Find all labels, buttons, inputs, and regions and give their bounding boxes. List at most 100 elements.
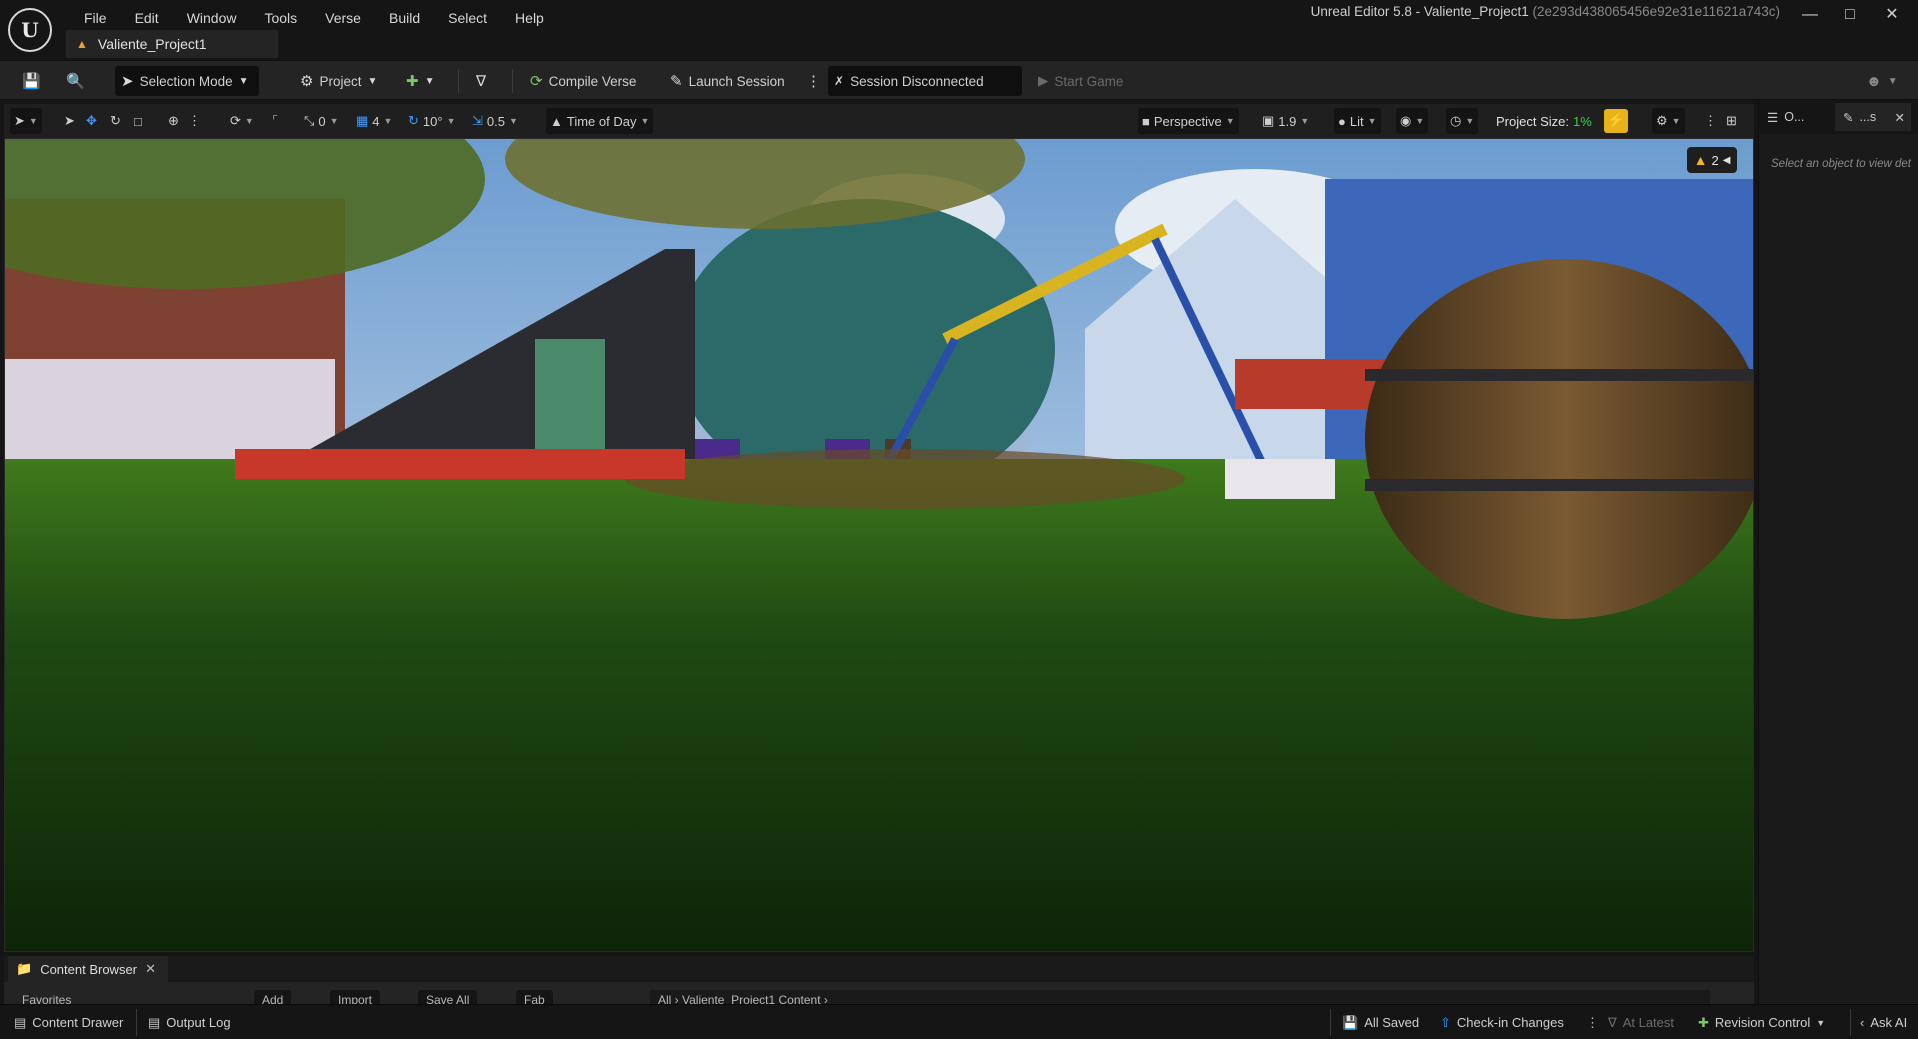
menu-tools[interactable]: Tools <box>250 6 311 30</box>
menu-select[interactable]: Select <box>434 6 501 30</box>
status-bar: ▤ Content Drawer ▤ Output Log 💾 All Save… <box>0 1004 1918 1039</box>
session-status[interactable]: ✗ Session Disconnected <box>828 66 1022 96</box>
surface-snap-dropdown[interactable]: ⟳ ▼ <box>226 108 258 134</box>
menu-verse[interactable]: Verse <box>311 6 375 30</box>
more-options-button[interactable]: ⋮ <box>800 66 827 96</box>
unreal-logo[interactable]: U <box>8 8 52 52</box>
layout-button[interactable]: ⊞ <box>1722 108 1741 134</box>
title-bar: U File Edit Window Tools Verse Build Sel… <box>0 0 1918 60</box>
menu-window[interactable]: Window <box>173 6 251 30</box>
menu-build[interactable]: Build <box>375 6 434 30</box>
start-game-button[interactable]: ▶ Start Game <box>1032 66 1129 96</box>
select-mode-button[interactable]: ➤ <box>60 108 79 134</box>
grid-snap-dropdown[interactable]: ▦ 4 ▼ <box>352 108 396 134</box>
ask-ai-button[interactable]: ‹ Ask AI <box>1854 1010 1913 1035</box>
save-button[interactable]: 💾 <box>16 66 47 96</box>
tab-outliner-label: O... <box>1784 110 1805 124</box>
lit-sphere-icon: ● <box>1338 113 1346 129</box>
viewport-settings-dropdown[interactable]: ⚙ ▼ <box>1652 108 1685 134</box>
perspective-dropdown[interactable]: ■ Perspective ▼ <box>1138 108 1239 134</box>
launch-session-button[interactable]: ✎ Launch Session <box>664 66 791 96</box>
path-breadcrumb[interactable]: All › Valiente_Project1 Content › <box>650 990 1710 1004</box>
gauge-icon: ◷ <box>1450 113 1462 128</box>
viewport-options-menu[interactable]: ➤ ▼ <box>10 108 42 134</box>
camera-speed-value: 1.9 <box>1278 113 1297 129</box>
list-icon: ☰ <box>1767 110 1779 125</box>
tab-outliner[interactable]: ☰ O... <box>1759 103 1835 131</box>
status-divider <box>1850 1009 1851 1036</box>
performance-dropdown[interactable]: ◷ ▼ <box>1446 108 1479 134</box>
project-size-indicator[interactable]: Project Size: 1% <box>1492 108 1596 134</box>
all-saved-button[interactable]: 💾 All Saved <box>1336 1010 1425 1035</box>
more-transform-button[interactable]: ⋮ <box>184 108 205 134</box>
at-latest-button[interactable]: ∇ At Latest <box>1602 1010 1680 1035</box>
add-button[interactable]: Add <box>254 990 292 1004</box>
check-in-label: Check-in Changes <box>1456 1015 1564 1030</box>
minimize-button[interactable]: — <box>1790 3 1830 27</box>
chevron-down-icon: ▼ <box>1816 1017 1826 1028</box>
selection-mode-label: Selection Mode <box>139 73 233 89</box>
close-icon[interactable]: ✕ <box>145 961 156 977</box>
drawer-icon: ▤ <box>14 1014 27 1030</box>
users-icon: ☻ <box>1866 72 1882 90</box>
verse-button[interactable]: ∇ <box>470 66 492 96</box>
viewport-warnings-badge[interactable]: ▲ 2 ◀ <box>1687 147 1737 173</box>
compile-verse-button[interactable]: ⟳ Compile Verse <box>524 66 642 96</box>
viewport-more-button[interactable]: ⋮ <box>1700 108 1721 134</box>
rotate-mode-button[interactable]: ↻ <box>106 108 125 134</box>
start-game-label: Start Game <box>1054 73 1124 89</box>
chevron-down-icon: ▼ <box>1671 116 1681 126</box>
chevron-down-icon: ▼ <box>1415 116 1425 126</box>
project-dropdown[interactable]: ⚙ Project ▼ <box>294 66 383 96</box>
realtime-toggle-button[interactable]: ⚡ <box>1604 109 1628 133</box>
barrel-hoop <box>1365 369 1753 381</box>
check-in-changes-button[interactable]: ⇧ Check-in Changes <box>1434 1010 1570 1035</box>
output-log-button[interactable]: ▤ Output Log <box>142 1010 237 1035</box>
time-of-day-dropdown[interactable]: ▲ Time of Day ▼ <box>546 108 654 134</box>
output-log-label: Output Log <box>166 1015 231 1030</box>
pencil-icon: ✎ <box>1843 110 1854 125</box>
chevron-down-icon: ▼ <box>1887 75 1898 87</box>
selection-mode-dropdown[interactable]: ➤ Selection Mode ▼ <box>115 66 259 96</box>
project-label: Project <box>319 73 362 89</box>
level-viewport[interactable]: ▲ 2 ◀ <box>4 138 1754 952</box>
log-icon: ▤ <box>148 1014 161 1030</box>
menu-edit[interactable]: Edit <box>121 6 173 30</box>
fab-button[interactable]: Fab <box>516 990 553 1004</box>
favorites-section[interactable]: Favorites <box>14 990 79 1004</box>
add-actor-dropdown[interactable]: ✚ ▼ <box>400 66 440 96</box>
menu-help[interactable]: Help <box>501 6 558 30</box>
translate-snap-dropdown[interactable]: ⤡ 0 ▼ <box>300 108 343 134</box>
rotation-snap-dropdown[interactable]: ↻ 10° ▼ <box>404 108 460 134</box>
add-actor-icon: ✚ <box>406 73 419 90</box>
dirt-path <box>625 449 1185 509</box>
scale-snap-dropdown[interactable]: ⇲ 0.5 ▼ <box>468 108 522 134</box>
collaborators-button[interactable]: ☻ ▼ <box>1860 66 1904 96</box>
scale-icon: □ <box>134 113 142 129</box>
close-icon[interactable]: ✕ <box>1895 110 1905 125</box>
chevron-down-icon: ▼ <box>424 75 435 87</box>
content-drawer-button[interactable]: ▤ Content Drawer <box>8 1010 129 1035</box>
sun-icon: ▲ <box>550 113 563 129</box>
maximize-button[interactable]: □ <box>1830 3 1870 27</box>
project-tab[interactable]: ▲ Valiente_Project1 <box>66 30 278 58</box>
tab-details[interactable]: ✎ ...s ✕ <box>1835 103 1911 131</box>
camera-speed-dropdown[interactable]: ▣ 1.9 ▼ <box>1258 108 1313 134</box>
view-mode-dropdown[interactable]: ● Lit ▼ <box>1334 108 1381 134</box>
coordinate-system-button[interactable]: ⊕ <box>164 108 183 134</box>
browse-button[interactable]: 🔍 <box>60 66 91 96</box>
perspective-label: Perspective <box>1153 113 1222 129</box>
show-flags-dropdown[interactable]: ◉ ▼ <box>1396 108 1429 134</box>
chevron-down-icon: ▼ <box>1300 116 1310 126</box>
translate-mode-button[interactable]: ✥ <box>82 108 101 134</box>
save-all-button[interactable]: Save All <box>418 990 478 1004</box>
local-space-button[interactable]: ⌜ <box>268 108 282 134</box>
content-browser-label: Content Browser <box>40 961 138 977</box>
import-button[interactable]: Import <box>330 990 381 1004</box>
scale-mode-button[interactable]: □ <box>130 108 146 134</box>
close-window-button[interactable]: ✕ <box>1872 3 1912 27</box>
menu-file[interactable]: File <box>70 6 121 30</box>
project-icon: ⚙ <box>300 73 314 90</box>
tab-content-browser[interactable]: 📁 Content Browser ✕ <box>8 956 168 982</box>
revision-control-dropdown[interactable]: ✚ Revision Control ▼ <box>1692 1010 1831 1035</box>
